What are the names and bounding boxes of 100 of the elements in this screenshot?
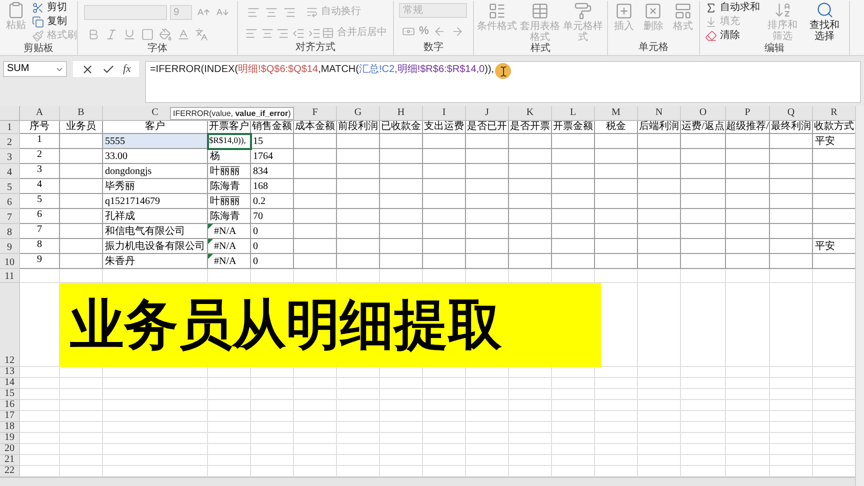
autosum-button[interactable]: 自动求和 bbox=[705, 1, 760, 15]
table-cell bbox=[638, 389, 681, 400]
row-header[interactable]: 7 bbox=[7, 213, 12, 223]
table-cell bbox=[337, 411, 380, 422]
table-cell bbox=[380, 209, 423, 224]
table-cell bbox=[681, 422, 726, 433]
table-cell bbox=[552, 444, 595, 455]
table-cell bbox=[509, 455, 552, 466]
table-cell bbox=[380, 239, 423, 254]
enter-button[interactable] bbox=[102, 62, 115, 76]
table-cell bbox=[509, 367, 552, 378]
column-header[interactable]: H bbox=[397, 106, 405, 120]
table-cell bbox=[509, 209, 552, 224]
table-format-icon bbox=[531, 2, 549, 20]
table-cell bbox=[466, 254, 509, 269]
table-cell bbox=[595, 411, 638, 422]
column-header[interactable]: O bbox=[699, 106, 707, 120]
row-header[interactable]: 12 bbox=[4, 356, 14, 366]
formula-text[interactable]: =IFERROR(INDEX(明细!$Q$6:$Q$14,MATCH(汇总!C2,明细!$R$6:$R$14,0)), bbox=[150, 63, 494, 77]
table-cell bbox=[423, 179, 466, 194]
row-header[interactable]: 6 bbox=[7, 198, 12, 208]
table-cell bbox=[208, 422, 251, 433]
conditional-format-icon bbox=[488, 2, 506, 20]
find-select-button[interactable]: 查找和选择 bbox=[805, 1, 844, 43]
table-cell: $R$14,0)), bbox=[208, 134, 251, 149]
font-name-field[interactable] bbox=[84, 4, 167, 20]
table-cell: 70 bbox=[251, 209, 294, 224]
table-cell bbox=[509, 224, 552, 239]
row-header[interactable]: 4 bbox=[7, 168, 12, 178]
column-header[interactable]: F bbox=[312, 106, 318, 120]
table-cell bbox=[552, 433, 595, 444]
table-cell bbox=[337, 367, 380, 378]
column-header[interactable]: I bbox=[442, 106, 446, 120]
table-cell: 运费/返点 bbox=[681, 121, 726, 134]
insert-function-button[interactable]: fx bbox=[123, 64, 131, 74]
column-header[interactable]: J bbox=[485, 106, 489, 120]
column-header[interactable]: G bbox=[354, 106, 362, 120]
group-label: 剪贴板 bbox=[24, 43, 54, 56]
table-cell: 9 bbox=[20, 254, 60, 269]
row-header[interactable]: 5 bbox=[7, 183, 12, 193]
table-cell bbox=[466, 224, 509, 239]
table-cell: 3 bbox=[20, 164, 60, 179]
table-cell bbox=[251, 433, 294, 444]
column-header[interactable]: N bbox=[655, 106, 663, 120]
group-label: 数字 bbox=[424, 42, 444, 55]
column-header[interactable]: P bbox=[744, 106, 750, 120]
table-cell bbox=[380, 164, 423, 179]
table-cell bbox=[552, 194, 595, 209]
table-cell bbox=[423, 239, 466, 254]
table-cell: 2 bbox=[20, 149, 60, 164]
table-cell: 陈海青 bbox=[208, 209, 251, 224]
name-box[interactable]: SUM bbox=[3, 61, 67, 77]
group-label: 字体 bbox=[148, 43, 168, 56]
cancel-button[interactable] bbox=[81, 62, 94, 76]
column-header[interactable]: L bbox=[570, 106, 576, 120]
table-cell bbox=[770, 179, 813, 194]
column-header[interactable]: A bbox=[36, 106, 44, 120]
table-cell bbox=[509, 179, 552, 194]
row-header[interactable]: 9 bbox=[7, 243, 12, 253]
table-cell bbox=[681, 134, 726, 149]
table-cell bbox=[552, 239, 595, 254]
table-cell bbox=[60, 411, 103, 422]
table-cell bbox=[595, 239, 638, 254]
table-cell bbox=[380, 224, 423, 239]
table-cell bbox=[466, 179, 509, 194]
column-header[interactable]: B bbox=[78, 106, 84, 120]
table-cell bbox=[337, 400, 380, 411]
table-cell: 开票客户 bbox=[208, 121, 251, 134]
table-cell: 叶丽丽 bbox=[208, 194, 251, 209]
table-cell: 是否开票 bbox=[509, 121, 552, 134]
table-cell bbox=[638, 239, 681, 254]
table-cell bbox=[681, 389, 726, 400]
clear-icon bbox=[705, 30, 717, 42]
table-cell bbox=[770, 389, 813, 400]
table-cell bbox=[770, 269, 813, 283]
table-cell bbox=[423, 134, 466, 149]
table-cell bbox=[294, 164, 337, 179]
table-cell bbox=[294, 179, 337, 194]
cut-button[interactable]: 剪切 bbox=[32, 1, 77, 15]
table-cell: 序号 bbox=[20, 121, 60, 134]
row-header[interactable]: 2 bbox=[7, 138, 12, 148]
table-cell bbox=[638, 444, 681, 455]
clear-button[interactable]: 清除 bbox=[705, 29, 760, 43]
table-cell bbox=[423, 400, 466, 411]
column-header[interactable]: R bbox=[830, 106, 838, 120]
column-header[interactable]: K bbox=[526, 106, 534, 120]
row-header[interactable]: 3 bbox=[7, 153, 12, 163]
table-cell: 0.2 bbox=[251, 194, 294, 209]
table-cell bbox=[509, 378, 552, 389]
column-header[interactable]: M bbox=[612, 106, 620, 120]
table-cell: 5555 bbox=[103, 134, 208, 149]
copy-button[interactable]: 复制 bbox=[32, 15, 77, 29]
table-cell bbox=[595, 378, 638, 389]
table-cell bbox=[638, 400, 681, 411]
table-cell bbox=[638, 179, 681, 194]
column-header[interactable]: Q bbox=[787, 106, 795, 120]
column-header[interactable]: C bbox=[152, 106, 158, 120]
table-cell bbox=[337, 224, 380, 239]
row-header[interactable]: 1 bbox=[7, 123, 12, 133]
row-header[interactable]: 8 bbox=[7, 228, 12, 238]
